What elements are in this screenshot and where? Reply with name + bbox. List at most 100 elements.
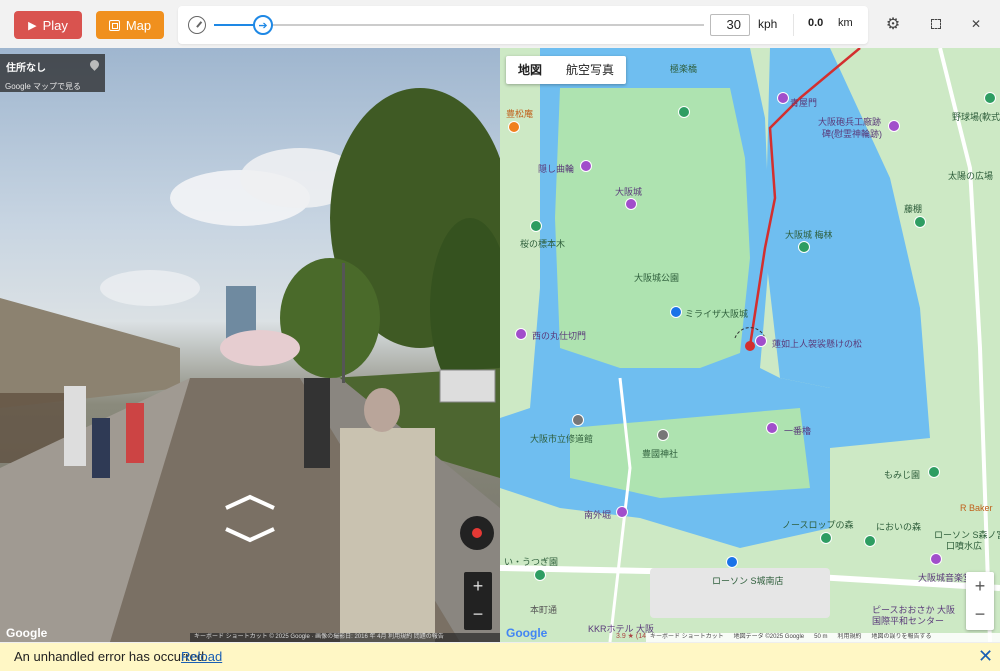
map-label: 国際平和センター: [872, 616, 945, 626]
view-in-google-maps-link[interactable]: Google マップで見る: [5, 81, 81, 92]
poi-marker[interactable]: [864, 535, 876, 547]
error-bar: An unhandled error has occurred. Reload …: [0, 642, 1000, 671]
compass-needle: [472, 528, 482, 538]
map-label: 蓮如上人袈裟懸けの松: [772, 339, 863, 349]
play-button[interactable]: ▶ Play: [14, 11, 82, 39]
google-logo: Google: [506, 626, 548, 640]
map-label: 本町通: [530, 605, 558, 615]
map-canvas: [500, 48, 1000, 642]
address-title: 住所なし: [6, 63, 46, 74]
play-icon: ▶: [28, 19, 37, 32]
map-label: 大阪城: [615, 187, 643, 197]
poi-marker[interactable]: [914, 216, 926, 228]
map-label: 豊松庵: [506, 109, 534, 119]
map-label: ノースロップの森: [782, 520, 854, 530]
map-label: 野球場(軟式): [952, 112, 1000, 122]
map-label: 大阪城公園: [634, 273, 680, 283]
poi-marker[interactable]: [670, 306, 682, 318]
poi-marker[interactable]: [930, 553, 942, 565]
poi-marker[interactable]: [534, 569, 546, 581]
map-footer: キーボード ショートカット 地図データ ©2025 Google 50 m 利用…: [646, 633, 1000, 642]
map-type-satellite[interactable]: 航空写真: [554, 56, 626, 84]
map-zoom: + −: [966, 572, 994, 630]
map-label: 青屋門: [790, 98, 818, 108]
location-pin-icon: [88, 58, 101, 71]
map-icon: [108, 19, 120, 31]
map-label: ミライザ大阪城: [685, 309, 749, 319]
distance-unit: km: [838, 17, 853, 29]
compass-icon[interactable]: [460, 516, 494, 550]
poi-marker[interactable]: [508, 121, 520, 133]
toolbar: ▶ Play Map ➔ 30 kph 0.0 km ⚙ ✕: [0, 0, 1000, 48]
map-label: 桜の標本木: [520, 239, 566, 249]
map-label: 隠し曲輪: [538, 164, 575, 174]
street-view-footer: キーボード ショートカット © 2025 Google · 画像の撮影日: 20…: [190, 633, 500, 642]
move-backward-arrow-icon[interactable]: [222, 526, 278, 544]
speed-panel: ➔ 30 kph 0.0 km: [178, 6, 868, 44]
map-label: 藤棚: [904, 204, 923, 214]
zoom-out-button[interactable]: −: [464, 600, 492, 628]
map-panel[interactable]: 地図 航空写真 極楽橋 青屋門 大阪砲兵工廠跡 碑(慰霊神輪跡) 隠し曲輪 大阪…: [500, 48, 1000, 642]
poi-marker[interactable]: [515, 328, 527, 340]
poi-marker[interactable]: [928, 466, 940, 478]
map-label: 南外堀: [584, 510, 612, 520]
map-label: においの森: [876, 522, 922, 532]
map-button[interactable]: Map: [96, 11, 164, 39]
poi-marker[interactable]: [755, 335, 767, 347]
poi-marker[interactable]: [984, 92, 996, 104]
map-label: 大阪市立修道館: [530, 434, 594, 444]
zoom-in-button[interactable]: +: [464, 572, 492, 600]
poi-marker[interactable]: [657, 429, 669, 441]
poi-marker[interactable]: [820, 532, 832, 544]
reload-link[interactable]: Reload: [181, 649, 222, 664]
street-view-panel[interactable]: 住所なし Google マップで見る + − Google キーボード ショート…: [0, 48, 500, 642]
poi-marker[interactable]: [580, 160, 592, 172]
dismiss-error-icon[interactable]: ✕: [978, 646, 993, 667]
speed-input[interactable]: 30: [710, 14, 750, 36]
poi-marker[interactable]: [888, 120, 900, 132]
map-label: 口噴水広: [946, 541, 983, 551]
map-label: 大阪城音楽堂: [918, 573, 973, 583]
terms-link[interactable]: 利用規約: [837, 633, 861, 642]
report-error-link[interactable]: 地図の誤りを報告する: [871, 633, 931, 642]
move-forward-arrow-icon[interactable]: [222, 493, 278, 511]
divider: [793, 14, 794, 36]
map-label: 大阪城 梅林: [785, 230, 833, 240]
poi-marker[interactable]: [798, 241, 810, 253]
map-label: 碑(慰霊神輪跡): [822, 129, 882, 139]
distance-value: 0.0: [808, 17, 824, 29]
poi-marker[interactable]: [572, 414, 584, 426]
poi-marker[interactable]: [616, 506, 628, 518]
fullscreen-icon[interactable]: [928, 16, 944, 32]
map-label: 一番櫓: [784, 426, 812, 436]
speedometer-icon: [188, 16, 206, 34]
gear-icon[interactable]: ⚙: [885, 16, 901, 33]
map-data-credit: 地図データ ©2025 Google: [733, 634, 805, 640]
map-label: R Baker: [960, 503, 993, 513]
poi-marker[interactable]: [625, 198, 637, 210]
map-label: 極楽橋: [670, 64, 698, 74]
map-label: い・うつぎ園: [504, 557, 559, 567]
close-icon[interactable]: ✕: [968, 16, 984, 32]
poi-marker[interactable]: [726, 556, 738, 568]
map-zoom-out-button[interactable]: −: [966, 600, 994, 628]
map-label: ローソン S城南店: [712, 576, 784, 586]
map-zoom-in-button[interactable]: +: [966, 572, 994, 600]
map-label: もみじ園: [884, 470, 921, 480]
speed-slider-thumb[interactable]: ➔: [253, 15, 273, 35]
poi-marker[interactable]: [530, 220, 542, 232]
keyboard-shortcut-link[interactable]: キーボード ショートカット: [650, 633, 724, 642]
street-view-image: [0, 88, 500, 642]
poi-marker[interactable]: [777, 92, 789, 104]
map-label: 豊國神社: [642, 449, 679, 459]
scale-label: 50 m: [814, 634, 828, 640]
map-type-map[interactable]: 地図: [506, 56, 554, 84]
street-view-zoom: + −: [464, 572, 492, 630]
map-label: 太陽の広場: [948, 171, 994, 181]
play-label: Play: [42, 17, 68, 33]
address-box[interactable]: 住所なし Google マップで見る: [0, 54, 105, 92]
poi-marker[interactable]: [766, 422, 778, 434]
error-message: An unhandled error has occurred.: [14, 649, 208, 664]
poi-marker[interactable]: [678, 106, 690, 118]
speed-slider[interactable]: ➔: [214, 15, 704, 35]
